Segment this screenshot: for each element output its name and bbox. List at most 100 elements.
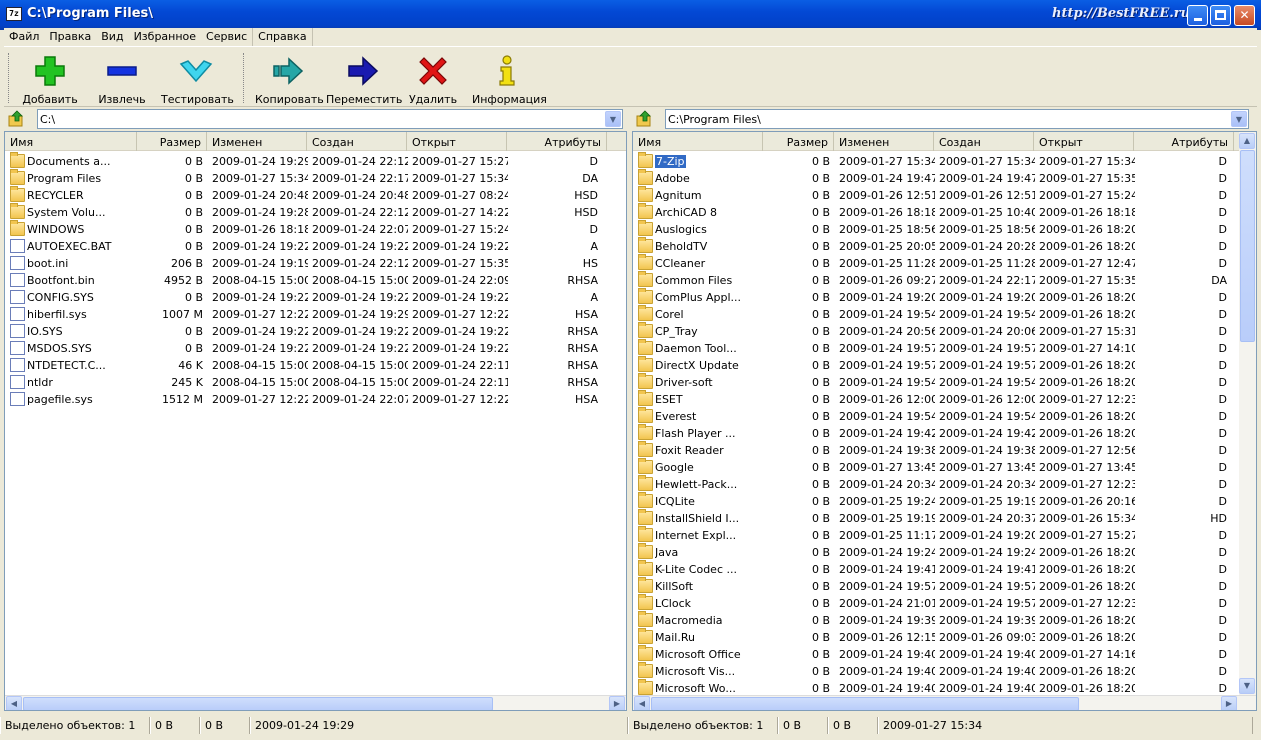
- scroll-left-arrow-icon[interactable]: ◀: [6, 696, 22, 710]
- file-row[interactable]: Java 0 B 2009-01-24 19:24 2009-01-24 19:24 2…: [633, 543, 1239, 561]
- scroll-up-arrow-icon[interactable]: ▲: [1239, 133, 1255, 149]
- right-horizontal-scrollbar[interactable]: ◀ ▶: [633, 695, 1256, 710]
- right-scroll-thumb[interactable]: [651, 697, 1079, 710]
- file-row[interactable]: KillSoft 0 B 2009-01-24 19:57 2009-01-24 19…: [633, 577, 1239, 595]
- scroll-right-arrow-icon[interactable]: ▶: [609, 696, 625, 710]
- add-button[interactable]: Добавить: [20, 54, 80, 106]
- column-name[interactable]: Имя: [5, 132, 137, 151]
- file-row[interactable]: Adobe 0 B 2009-01-24 19:47 2009-01-24 19:47…: [633, 169, 1239, 187]
- file-row[interactable]: RECYCLER 0 B 2009-01-24 20:48 2009-01-24 20…: [5, 186, 626, 204]
- file-row[interactable]: Daemon Tool... 0 B 2009-01-24 19:57 2009-01…: [633, 339, 1239, 357]
- toolbar-grip[interactable]: [8, 53, 11, 103]
- up-folder-icon[interactable]: [8, 110, 25, 127]
- scroll-down-arrow-icon[interactable]: ▼: [1239, 678, 1255, 694]
- file-row[interactable]: Internet Expl... 0 B 2009-01-25 11:17 2009-…: [633, 526, 1239, 544]
- menu-favorites[interactable]: Избранное: [129, 28, 201, 46]
- file-row[interactable]: Mail.Ru 0 B 2009-01-26 12:15 2009-01-26 09:…: [633, 628, 1239, 646]
- toolbar-grip-2[interactable]: [243, 53, 246, 103]
- file-row[interactable]: Microsoft Office 0 B 2009-01-24 19:40 2009-…: [633, 645, 1239, 663]
- up-folder-icon[interactable]: [636, 110, 653, 127]
- left-horizontal-scrollbar[interactable]: ◀ ▶: [5, 695, 626, 710]
- left-path-bar: C:\ ▼: [4, 108, 627, 130]
- menu-edit[interactable]: Правка: [44, 28, 96, 46]
- file-row[interactable]: System Volu... 0 B 2009-01-24 19:28 2009-01…: [5, 203, 626, 221]
- file-row[interactable]: Corel 0 B 2009-01-24 19:54 2009-01-24 19:54…: [633, 305, 1239, 323]
- column-accessed[interactable]: Открыт: [407, 132, 507, 151]
- delete-button[interactable]: Удалить: [408, 54, 458, 106]
- file-row[interactable]: NTDETECT.C... 46 K 2008-04-15 15:00 2008-04…: [5, 357, 626, 374]
- file-row[interactable]: Driver-soft 0 B 2009-01-24 19:54 2009-01-24…: [633, 373, 1239, 391]
- column-size[interactable]: Размер: [137, 132, 207, 151]
- file-row[interactable]: Macromedia 0 B 2009-01-24 19:39 2009-01-24 …: [633, 611, 1239, 629]
- cell-modified: 2009-01-24 19:57: [839, 580, 935, 593]
- file-row[interactable]: Foxit Reader 0 B 2009-01-24 19:38 2009-01-2…: [633, 441, 1239, 459]
- info-button[interactable]: Информация: [472, 54, 547, 106]
- file-row[interactable]: 7-Zip 0 B 2009-01-27 15:34 2009-01-27 15:34…: [633, 152, 1239, 170]
- extract-button[interactable]: Извлечь: [96, 54, 148, 106]
- file-row[interactable]: BeholdTV 0 B 2009-01-25 20:05 2009-01-24 20…: [633, 237, 1239, 255]
- file-row[interactable]: Microsoft Vis... 0 B 2009-01-24 19:40 2009-…: [633, 662, 1239, 680]
- file-row[interactable]: CCleaner 0 B 2009-01-25 11:28 2009-01-25 11…: [633, 254, 1239, 272]
- file-row[interactable]: MSDOS.SYS 0 B 2009-01-24 19:22 2009-01-24 1…: [5, 340, 626, 357]
- minimize-button[interactable]: [1187, 5, 1208, 26]
- test-button[interactable]: Тестировать: [161, 54, 234, 106]
- left-path-combo[interactable]: C:\ ▼: [37, 109, 623, 129]
- copy-button[interactable]: Копировать: [255, 54, 324, 106]
- right-vertical-scrollbar[interactable]: ▲ ▼: [1239, 132, 1256, 695]
- right-path-combo[interactable]: C:\Program Files\ ▼: [665, 109, 1249, 129]
- file-row[interactable]: LClock 0 B 2009-01-24 21:01 2009-01-24 19:5…: [633, 594, 1239, 612]
- file-row[interactable]: Google 0 B 2009-01-27 13:45 2009-01-27 13:4…: [633, 458, 1239, 476]
- file-row[interactable]: Hewlett-Pack... 0 B 2009-01-24 20:34 2009-0…: [633, 475, 1239, 493]
- column-name[interactable]: Имя: [633, 132, 763, 151]
- chevron-down-icon[interactable]: ▼: [605, 111, 621, 127]
- column-modified[interactable]: Изменен: [834, 132, 934, 151]
- column-attributes[interactable]: Атрибуты: [1134, 132, 1234, 151]
- column-accessed[interactable]: Открыт: [1034, 132, 1134, 151]
- column-size[interactable]: Размер: [763, 132, 834, 151]
- file-row[interactable]: K-Lite Codec ... 0 B 2009-01-24 19:41 2009-…: [633, 560, 1239, 578]
- right-file-list[interactable]: Имя Размер Изменен Создан Открыт Атрибут…: [632, 131, 1257, 711]
- file-row[interactable]: ComPlus Appl... 0 B 2009-01-24 19:20 2009-0…: [633, 288, 1239, 306]
- left-scroll-thumb[interactable]: [23, 697, 493, 710]
- file-row[interactable]: Agnitum 0 B 2009-01-26 12:51 2009-01-26 12:…: [633, 186, 1239, 204]
- menu-help[interactable]: Справка: [252, 28, 313, 46]
- file-row[interactable]: IO.SYS 0 B 2009-01-24 19:22 2009-01-24 19:2…: [5, 323, 626, 340]
- file-row[interactable]: ESET 0 B 2009-01-26 12:00 2009-01-26 12:00 2…: [633, 390, 1239, 408]
- column-created[interactable]: Создан: [934, 132, 1034, 151]
- file-row[interactable]: CONFIG.SYS 0 B 2009-01-24 19:22 2009-01-24 …: [5, 289, 626, 306]
- file-row[interactable]: Everest 0 B 2009-01-24 19:54 2009-01-24 19:…: [633, 407, 1239, 425]
- scroll-right-arrow-icon[interactable]: ▶: [1221, 696, 1237, 710]
- file-row[interactable]: Program Files 0 B 2009-01-27 15:34 2009-01-…: [5, 169, 626, 187]
- file-row[interactable]: Documents a... 0 B 2009-01-24 19:29 2009-01…: [5, 152, 626, 170]
- file-row[interactable]: pagefile.sys 1512 M 2009-01-27 12:22 2009-0…: [5, 391, 626, 408]
- file-row[interactable]: ICQLite 0 B 2009-01-25 19:24 2009-01-25 19:…: [633, 492, 1239, 510]
- file-row[interactable]: hiberfil.sys 1007 M 2009-01-27 12:22 2009-0…: [5, 306, 626, 323]
- selected-item-label[interactable]: 7-Zip: [655, 155, 686, 168]
- chevron-down-icon[interactable]: ▼: [1231, 111, 1247, 127]
- scroll-left-arrow-icon[interactable]: ◀: [634, 696, 650, 710]
- file-row[interactable]: Common Files 0 B 2009-01-26 09:27 2009-01-2…: [633, 271, 1239, 289]
- file-row[interactable]: Auslogics 0 B 2009-01-25 18:56 2009-01-25 1…: [633, 220, 1239, 238]
- move-button[interactable]: Переместить: [326, 54, 402, 106]
- close-button[interactable]: ✕: [1234, 5, 1255, 26]
- column-created[interactable]: Создан: [307, 132, 407, 151]
- file-row[interactable]: DirectX Update 0 B 2009-01-24 19:57 2009-01…: [633, 356, 1239, 374]
- file-row[interactable]: ntldr 245 K 2008-04-15 15:00 2008-04-15 15:…: [5, 374, 626, 391]
- file-row[interactable]: WINDOWS 0 B 2009-01-26 18:18 2009-01-24 22:…: [5, 220, 626, 238]
- file-row[interactable]: ArchiCAD 8 0 B 2009-01-26 18:18 2009-01-25 …: [633, 203, 1239, 221]
- left-file-list[interactable]: Имя Размер Изменен Создан Открыт Атрибут…: [4, 131, 627, 711]
- file-row[interactable]: boot.ini 206 B 2009-01-24 19:19 2009-01-24 …: [5, 255, 626, 272]
- column-attributes[interactable]: Атрибуты: [507, 132, 607, 151]
- menu-tools[interactable]: Сервис: [201, 28, 252, 46]
- file-row[interactable]: AUTOEXEC.BAT 0 B 2009-01-24 19:22 2009-01-2…: [5, 238, 626, 255]
- menu-view[interactable]: Вид: [96, 28, 128, 46]
- file-row[interactable]: CP_Tray 0 B 2009-01-24 20:56 2009-01-24 20:…: [633, 322, 1239, 340]
- title-bar[interactable]: 7z C:\Program Files\ http://BestFREE.ru …: [0, 0, 1261, 30]
- file-row[interactable]: Bootfont.bin 4952 B 2008-04-15 15:00 2008-0…: [5, 272, 626, 289]
- file-row[interactable]: InstallShield I... 0 B 2009-01-25 19:19 200…: [633, 509, 1239, 527]
- right-vscroll-thumb[interactable]: [1240, 150, 1255, 342]
- menu-file[interactable]: Файл: [4, 28, 44, 46]
- maximize-button[interactable]: [1210, 5, 1231, 26]
- column-modified[interactable]: Изменен: [207, 132, 307, 151]
- file-row[interactable]: Flash Player ... 0 B 2009-01-24 19:42 2009-…: [633, 424, 1239, 442]
